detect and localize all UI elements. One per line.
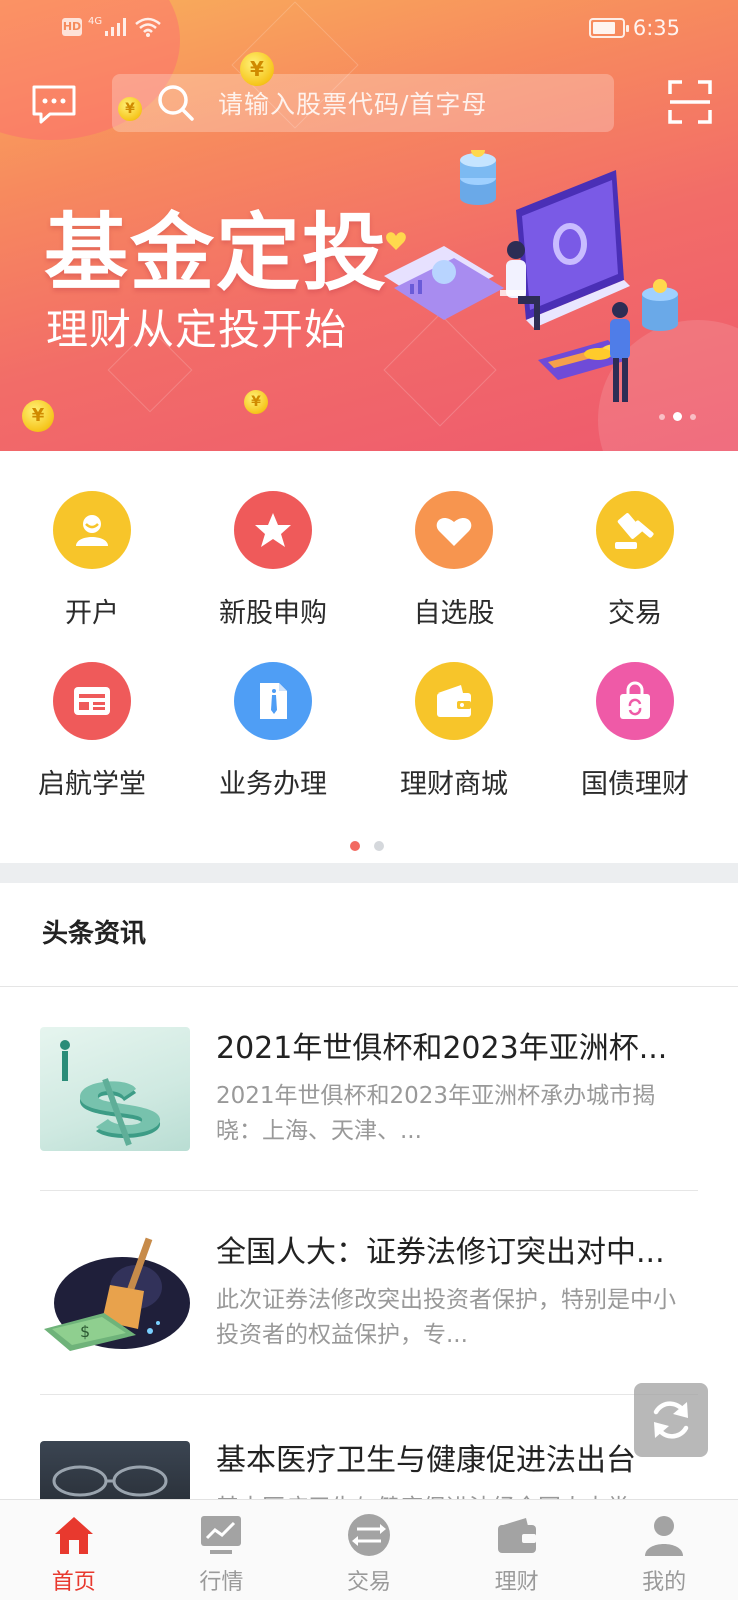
newspaper-icon <box>53 662 131 740</box>
chat-icon <box>32 85 76 124</box>
hd-indicator: HD <box>62 18 82 36</box>
news-summary: 2021年世俱杯和2023年亚洲杯承办城市揭晓：上海、天津、... <box>216 1083 656 1144</box>
pagination-dot <box>690 413 696 420</box>
search-icon <box>158 85 194 121</box>
quick-action-label: 国债理财 <box>581 769 689 800</box>
star-icon <box>234 491 312 569</box>
broom-cash-image: $ <box>44 1237 190 1351</box>
gavel-icon <box>596 491 674 569</box>
news-thumbnail: $ <box>40 1231 190 1355</box>
home-icon <box>49 1510 99 1560</box>
quick-action-label: 业务办理 <box>219 769 327 800</box>
banner-pagination <box>659 412 696 421</box>
signal-icon <box>105 18 127 36</box>
heart-icon <box>415 491 493 569</box>
tab-label: 交易 <box>346 1570 391 1595</box>
tab-exchange[interactable]: 交易 <box>295 1500 443 1600</box>
tab-label: 理财 <box>494 1570 539 1595</box>
scan-button[interactable] <box>668 80 712 124</box>
quick-action-label: 开户 <box>65 598 119 629</box>
document-tie-icon <box>234 662 312 740</box>
hero-banner[interactable]: HD 4G 6:35 请输入股票代码/首字母 ¥ ¥ ¥ ¥ 基金定投 理财从定… <box>0 0 738 451</box>
quick-action-label: 启航学堂 <box>38 769 146 800</box>
tab-chart[interactable]: 行情 <box>148 1500 296 1600</box>
news-section-header: 头条资讯 <box>0 883 738 987</box>
quick-action-label: 理财商城 <box>400 769 508 800</box>
quick-action-star[interactable]: 新股申购 <box>181 491 365 641</box>
news-summary: 此次证券法修改突出投资者保护，特别是中小投资者的权益保护，专... <box>216 1287 676 1348</box>
section-divider <box>0 863 738 883</box>
news-title: 基本医疗卫生与健康促进法出台 <box>216 1443 636 1478</box>
quick-actions-pagination <box>350 841 384 851</box>
bottom-tab-bar: 首页 行情 交易 理财 我的 <box>0 1499 738 1600</box>
profile-icon <box>639 1510 689 1560</box>
tab-label: 首页 <box>51 1570 96 1595</box>
banner-subtitle: 理财从定投开始 <box>46 305 348 354</box>
tab-profile[interactable]: 我的 <box>590 1500 738 1600</box>
pagination-dot <box>673 412 682 421</box>
svg-text:$: $ <box>80 1322 90 1341</box>
wifi-icon <box>135 17 161 37</box>
search-input[interactable]: 请输入股票代码/首字母 <box>112 74 614 132</box>
coin-decoration: ¥ <box>244 390 268 414</box>
shopping-bag-icon <box>596 662 674 740</box>
news-item[interactable]: $ 全国人大：证券法修订突出对中... 此次证券法修改突出投资者保护，特别是中小… <box>40 1191 698 1395</box>
investment-illustration <box>384 150 678 402</box>
news-title: 全国人大：证券法修订突出对中... <box>216 1235 665 1270</box>
quick-action-wallet[interactable]: 理财商城 <box>362 662 546 812</box>
quick-action-document-tie[interactable]: 业务办理 <box>181 662 365 812</box>
quick-action-gavel[interactable]: 交易 <box>543 491 727 641</box>
exchange-icon <box>344 1510 394 1560</box>
pagination-dot <box>659 413 665 420</box>
pagination-dot <box>350 841 360 851</box>
news-thumbnail <box>40 1027 190 1151</box>
battery-level <box>592 22 615 34</box>
scan-icon <box>668 80 712 124</box>
tab-label: 行情 <box>199 1570 244 1595</box>
status-time: 6:35 <box>632 16 680 40</box>
status-bar: HD 4G 6:35 <box>0 0 738 58</box>
dollar-sign-image <box>60 1040 161 1146</box>
battery-icon <box>588 18 629 38</box>
network-type: 4G <box>88 16 103 27</box>
refresh-button[interactable] <box>634 1383 708 1457</box>
quick-action-label: 交易 <box>608 598 662 629</box>
news-section-title: 头条资讯 <box>42 919 147 949</box>
quick-action-shopping-bag[interactable]: 国债理财 <box>543 662 727 812</box>
quick-action-label: 自选股 <box>413 598 495 629</box>
quick-actions-grid: 开户 新股申购 自选股 交易启航学堂 业务办理 理财商城 国债理财 <box>0 451 738 861</box>
news-title: 2021年世俱杯和2023年亚洲杯... <box>216 1031 668 1066</box>
wallet-icon <box>415 662 493 740</box>
news-item[interactable]: 基本医疗卫生与健康促进法出台 基本医疗卫生与健康促进法经全国人大常 <box>40 1395 698 1515</box>
tab-wallet[interactable]: 理财 <box>443 1500 591 1600</box>
wallet-icon <box>492 1510 542 1560</box>
coin-decoration: ¥ <box>22 400 54 432</box>
coin-decoration: ¥ <box>118 97 142 121</box>
quick-action-user[interactable]: 开户 <box>0 491 184 641</box>
tab-label: 我的 <box>642 1570 687 1595</box>
message-button[interactable] <box>30 84 78 128</box>
quick-action-label: 新股申购 <box>219 598 327 629</box>
coin-decoration: ¥ <box>240 52 274 86</box>
tab-home[interactable]: 首页 <box>0 1500 148 1600</box>
chart-icon <box>196 1510 246 1560</box>
quick-action-heart[interactable]: 自选股 <box>362 491 546 641</box>
refresh-icon <box>653 1401 689 1439</box>
quick-action-newspaper[interactable]: 启航学堂 <box>0 662 184 812</box>
search-placeholder: 请输入股票代码/首字母 <box>218 90 488 119</box>
news-item[interactable]: 2021年世俱杯和2023年亚洲杯... 2021年世俱杯和2023年亚洲杯承办… <box>40 987 698 1191</box>
user-icon <box>53 491 131 569</box>
banner-title: 基金定投 <box>44 204 389 302</box>
pagination-dot <box>374 841 384 851</box>
